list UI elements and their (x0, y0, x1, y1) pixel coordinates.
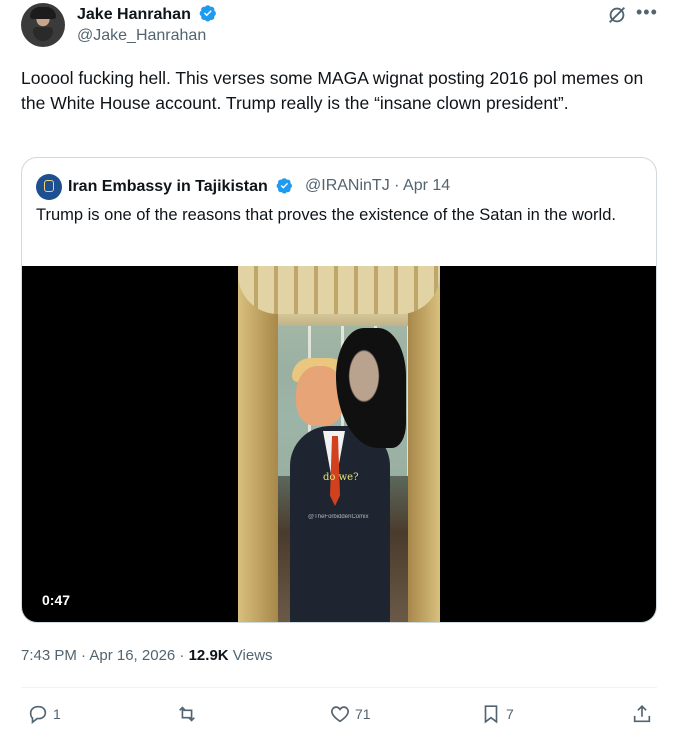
share-button[interactable] (631, 703, 653, 725)
video-frame: do we? @TheForbiddenComix (238, 266, 440, 622)
avatar-beard (33, 27, 53, 41)
action-divider (21, 687, 657, 688)
quoted-name-row[interactable]: Iran Embassy in Tajikistan (68, 177, 293, 196)
retweet-button[interactable] (176, 703, 202, 725)
quoted-tweet-card[interactable]: Iran Embassy in Tajikistan @IRANinTJ · A… (21, 157, 657, 623)
share-icon (633, 705, 651, 723)
grok-icon[interactable] (606, 4, 628, 26)
quoted-tweet-text: Trump is one of the reasons that proves … (36, 206, 616, 224)
author-avatar[interactable] (21, 3, 65, 47)
quoted-avatar[interactable] (36, 174, 62, 200)
reply-button[interactable]: 1 (27, 703, 61, 725)
author-name[interactable]: Jake Hanrahan (77, 6, 191, 23)
video-curtain-left (238, 266, 278, 622)
bookmark-count: 7 (506, 706, 514, 722)
retweet-icon (179, 706, 195, 722)
views-label: Views (228, 647, 273, 664)
bookmark-icon (484, 705, 498, 724)
like-button[interactable]: 71 (329, 703, 371, 725)
tweet-text: Looool fucking hell. This verses some MA… (21, 68, 644, 113)
video-valance (238, 266, 440, 314)
verified-badge-icon (199, 5, 217, 22)
quoted-author-name[interactable]: Iran Embassy in Tajikistan (68, 178, 268, 195)
video-player[interactable]: do we? @TheForbiddenComix 0:47 (22, 266, 656, 622)
author-name-row[interactable]: Jake Hanrahan (77, 4, 217, 24)
quoted-verified-badge-icon (276, 178, 293, 194)
avatar-cap (30, 7, 56, 19)
tweet-timestamp[interactable]: 7:43 PM · Apr 16, 2026 · 12.9K Views (21, 647, 273, 664)
heart-icon (331, 706, 349, 723)
more-options-icon[interactable]: ••• (636, 2, 658, 23)
video-watermark: @TheForbiddenComix (308, 514, 369, 520)
video-caption-text: do we? (323, 472, 359, 483)
like-count: 71 (355, 706, 371, 722)
author-handle[interactable]: @Jake_Hanrahan (77, 27, 206, 45)
quoted-handle-date[interactable]: @IRANinTJ · Apr 14 (305, 177, 450, 195)
video-duration: 0:47 (42, 592, 71, 608)
views-count: 12.9K (188, 647, 229, 664)
bookmark-button[interactable]: 7 (480, 703, 514, 725)
tweet-datetime[interactable]: 7:43 PM · Apr 16, 2026 · (21, 647, 189, 664)
reply-count: 1 (53, 706, 61, 722)
reply-icon (29, 705, 47, 724)
video-curtain-right (408, 266, 440, 622)
